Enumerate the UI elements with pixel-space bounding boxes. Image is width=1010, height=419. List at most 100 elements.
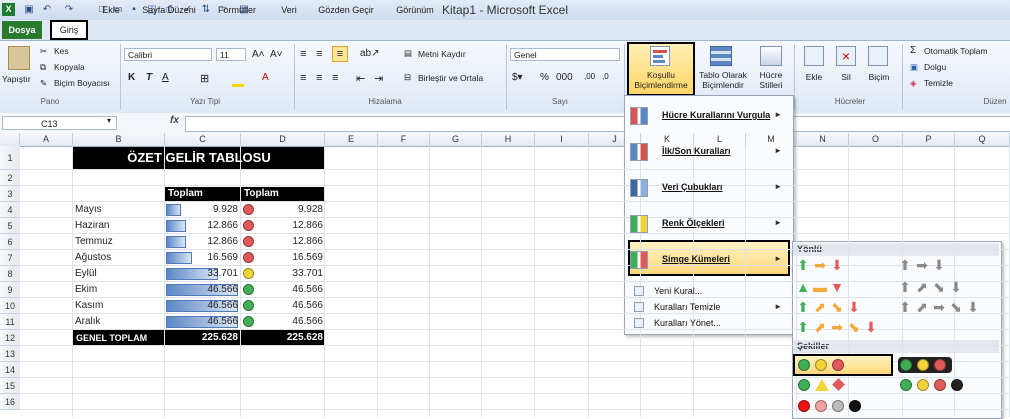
copy-button[interactable]: Kopyala: [54, 62, 85, 72]
menu-item-icon-sets[interactable]: Simge Kümeleri ►: [626, 244, 790, 276]
month-cell[interactable]: Eylül: [75, 266, 97, 282]
total-c-cell[interactable]: 16.569: [165, 250, 238, 266]
total-d-cell[interactable]: 12.866: [241, 218, 323, 234]
align-middle-icon[interactable]: ≡: [316, 48, 322, 60]
menu-item-highlight-cells-rules[interactable]: Hücre Kurallarını Vurgula ►: [626, 100, 790, 132]
row-header-16[interactable]: 16: [0, 394, 20, 410]
orientation-icon[interactable]: ab↗: [360, 48, 380, 59]
column-header-n[interactable]: N: [797, 133, 849, 146]
red-to-black-icon[interactable]: [815, 400, 827, 412]
menu-item-data-bars[interactable]: Veri Çubukları ►: [626, 172, 790, 204]
total-c-cell[interactable]: 12.866: [165, 234, 238, 250]
month-cell[interactable]: Haziran: [75, 218, 109, 234]
total-c-cell[interactable]: 9.928: [165, 202, 238, 218]
fill-color-icon[interactable]: [232, 74, 244, 87]
insert-function-button[interactable]: fx: [170, 115, 179, 126]
month-cell[interactable]: Aralık: [75, 314, 101, 330]
row-header-15[interactable]: 15: [0, 378, 20, 394]
month-cell[interactable]: Ekim: [75, 282, 97, 298]
traffic-light-circle-icon[interactable]: [815, 359, 827, 371]
tab-veri[interactable]: Veri: [275, 3, 303, 17]
four-traffic-lights-icon[interactable]: [951, 379, 963, 391]
five-arrows-colored-arrow-icon[interactable]: ⬆: [795, 320, 811, 334]
align-bottom-icon[interactable]: ≡: [332, 46, 348, 62]
tab-dosya[interactable]: Dosya: [2, 21, 42, 39]
column-header-d[interactable]: D: [241, 133, 325, 146]
total-d-cell[interactable]: 46.566: [241, 314, 323, 330]
select-all-corner[interactable]: [0, 133, 20, 146]
row-header-5[interactable]: 5: [0, 218, 20, 234]
column-header-q[interactable]: Q: [955, 133, 1010, 146]
three-arrows-colored-arrow-icon[interactable]: ➡: [812, 258, 828, 272]
shrink-font-icon[interactable]: A˅: [270, 49, 283, 60]
format-as-table-label-2[interactable]: Biçimlendir: [696, 80, 750, 90]
increase-decimal-icon[interactable]: ,00: [584, 72, 595, 81]
three-signs-icon[interactable]: [798, 379, 810, 391]
menu-item-color-scales[interactable]: Renk Ölçekleri ►: [626, 208, 790, 240]
three-triangles-arrow-icon[interactable]: ▲: [795, 280, 811, 294]
five-arrows-colored-arrow-icon[interactable]: ⬇: [863, 320, 879, 334]
total-d-cell[interactable]: 33.701: [241, 266, 323, 282]
column-header-g[interactable]: G: [430, 133, 482, 146]
red-to-black-icon[interactable]: [798, 400, 810, 412]
row-header-2[interactable]: 2: [0, 170, 20, 186]
format-painter-button[interactable]: Biçim Boyacısı: [54, 78, 110, 88]
row-header-9[interactable]: 9: [0, 282, 20, 298]
column-header-o[interactable]: O: [849, 133, 903, 146]
four-arrows-gray-arrow-icon[interactable]: ⬊: [931, 280, 947, 294]
name-box[interactable]: C13: [2, 116, 117, 130]
four-arrows-colored-arrow-icon[interactable]: ⬊: [829, 300, 845, 314]
total-c-cell[interactable]: 46.566: [165, 282, 238, 298]
three-arrows-colored-arrow-icon[interactable]: ⬆: [795, 258, 811, 272]
row-header-12[interactable]: 12: [0, 330, 20, 346]
row-header-7[interactable]: 7: [0, 250, 20, 266]
four-traffic-lights-icon[interactable]: [934, 379, 946, 391]
row-header-11[interactable]: 11: [0, 314, 20, 330]
format-cells-button[interactable]: Biçim: [864, 72, 894, 82]
row-header-8[interactable]: 8: [0, 266, 20, 282]
bold-button[interactable]: K: [128, 72, 135, 83]
menu-item-new-rule[interactable]: Yeni Kural...: [626, 284, 790, 299]
row-header-14[interactable]: 14: [0, 362, 20, 378]
font-size-combo[interactable]: 11: [216, 48, 246, 61]
tab-giris[interactable]: Giriş: [50, 20, 88, 40]
month-cell[interactable]: Kasım: [75, 298, 103, 314]
traffic-light-circle-icon[interactable]: [798, 359, 810, 371]
five-arrows-colored-arrow-icon[interactable]: ➡: [829, 320, 845, 334]
formula-input[interactable]: [185, 116, 1010, 132]
format-as-table-label-1[interactable]: Tablo Olarak: [696, 70, 750, 80]
paste-icon[interactable]: [8, 46, 30, 70]
increase-indent-icon[interactable]: ⇥: [374, 72, 383, 85]
four-arrows-colored-arrow-icon[interactable]: ⬇: [846, 300, 862, 314]
three-arrows-gray-arrow-icon[interactable]: ⬇: [931, 258, 947, 272]
column-header-a[interactable]: A: [20, 133, 73, 146]
delete-cells-button[interactable]: Sil: [832, 72, 860, 82]
align-left-icon[interactable]: ≡: [300, 72, 306, 84]
tab-gozden-gecir[interactable]: Gözden Geçir: [312, 3, 380, 17]
font-color-icon[interactable]: A: [262, 72, 269, 83]
column-header-c[interactable]: C: [165, 133, 241, 146]
month-cell[interactable]: Temmuz: [75, 234, 113, 250]
percent-button[interactable]: %: [540, 72, 549, 83]
column-header-f[interactable]: F: [378, 133, 430, 146]
cut-button[interactable]: Kes: [54, 46, 69, 56]
underline-button[interactable]: A: [162, 72, 169, 83]
clear-button[interactable]: Temizle: [924, 78, 953, 88]
total-c-cell[interactable]: 46.566: [165, 298, 238, 314]
font-name-combo[interactable]: Calibri: [124, 48, 212, 61]
align-right-icon[interactable]: ≡: [332, 72, 338, 84]
red-to-black-icon[interactable]: [832, 400, 844, 412]
five-arrows-colored-arrow-icon[interactable]: ⬈: [812, 320, 828, 334]
four-arrows-gray-arrow-icon[interactable]: ⬇: [948, 280, 964, 294]
italic-button[interactable]: T: [146, 72, 152, 83]
wrap-text-button[interactable]: Metni Kaydır: [418, 49, 466, 59]
paste-button[interactable]: Yapıştır: [2, 74, 31, 84]
column-header-p[interactable]: P: [903, 133, 955, 146]
three-arrows-gray-arrow-icon[interactable]: ⬆: [897, 258, 913, 272]
comma-style-icon[interactable]: 000: [556, 72, 573, 83]
month-cell[interactable]: Ağustos: [75, 250, 111, 266]
merge-center-button[interactable]: Birleştir ve Ortala: [418, 73, 483, 83]
total-d-cell[interactable]: 46.566: [241, 282, 323, 298]
row-header-3[interactable]: 3: [0, 186, 20, 202]
traffic-light-rimmed-icon[interactable]: [917, 359, 929, 371]
